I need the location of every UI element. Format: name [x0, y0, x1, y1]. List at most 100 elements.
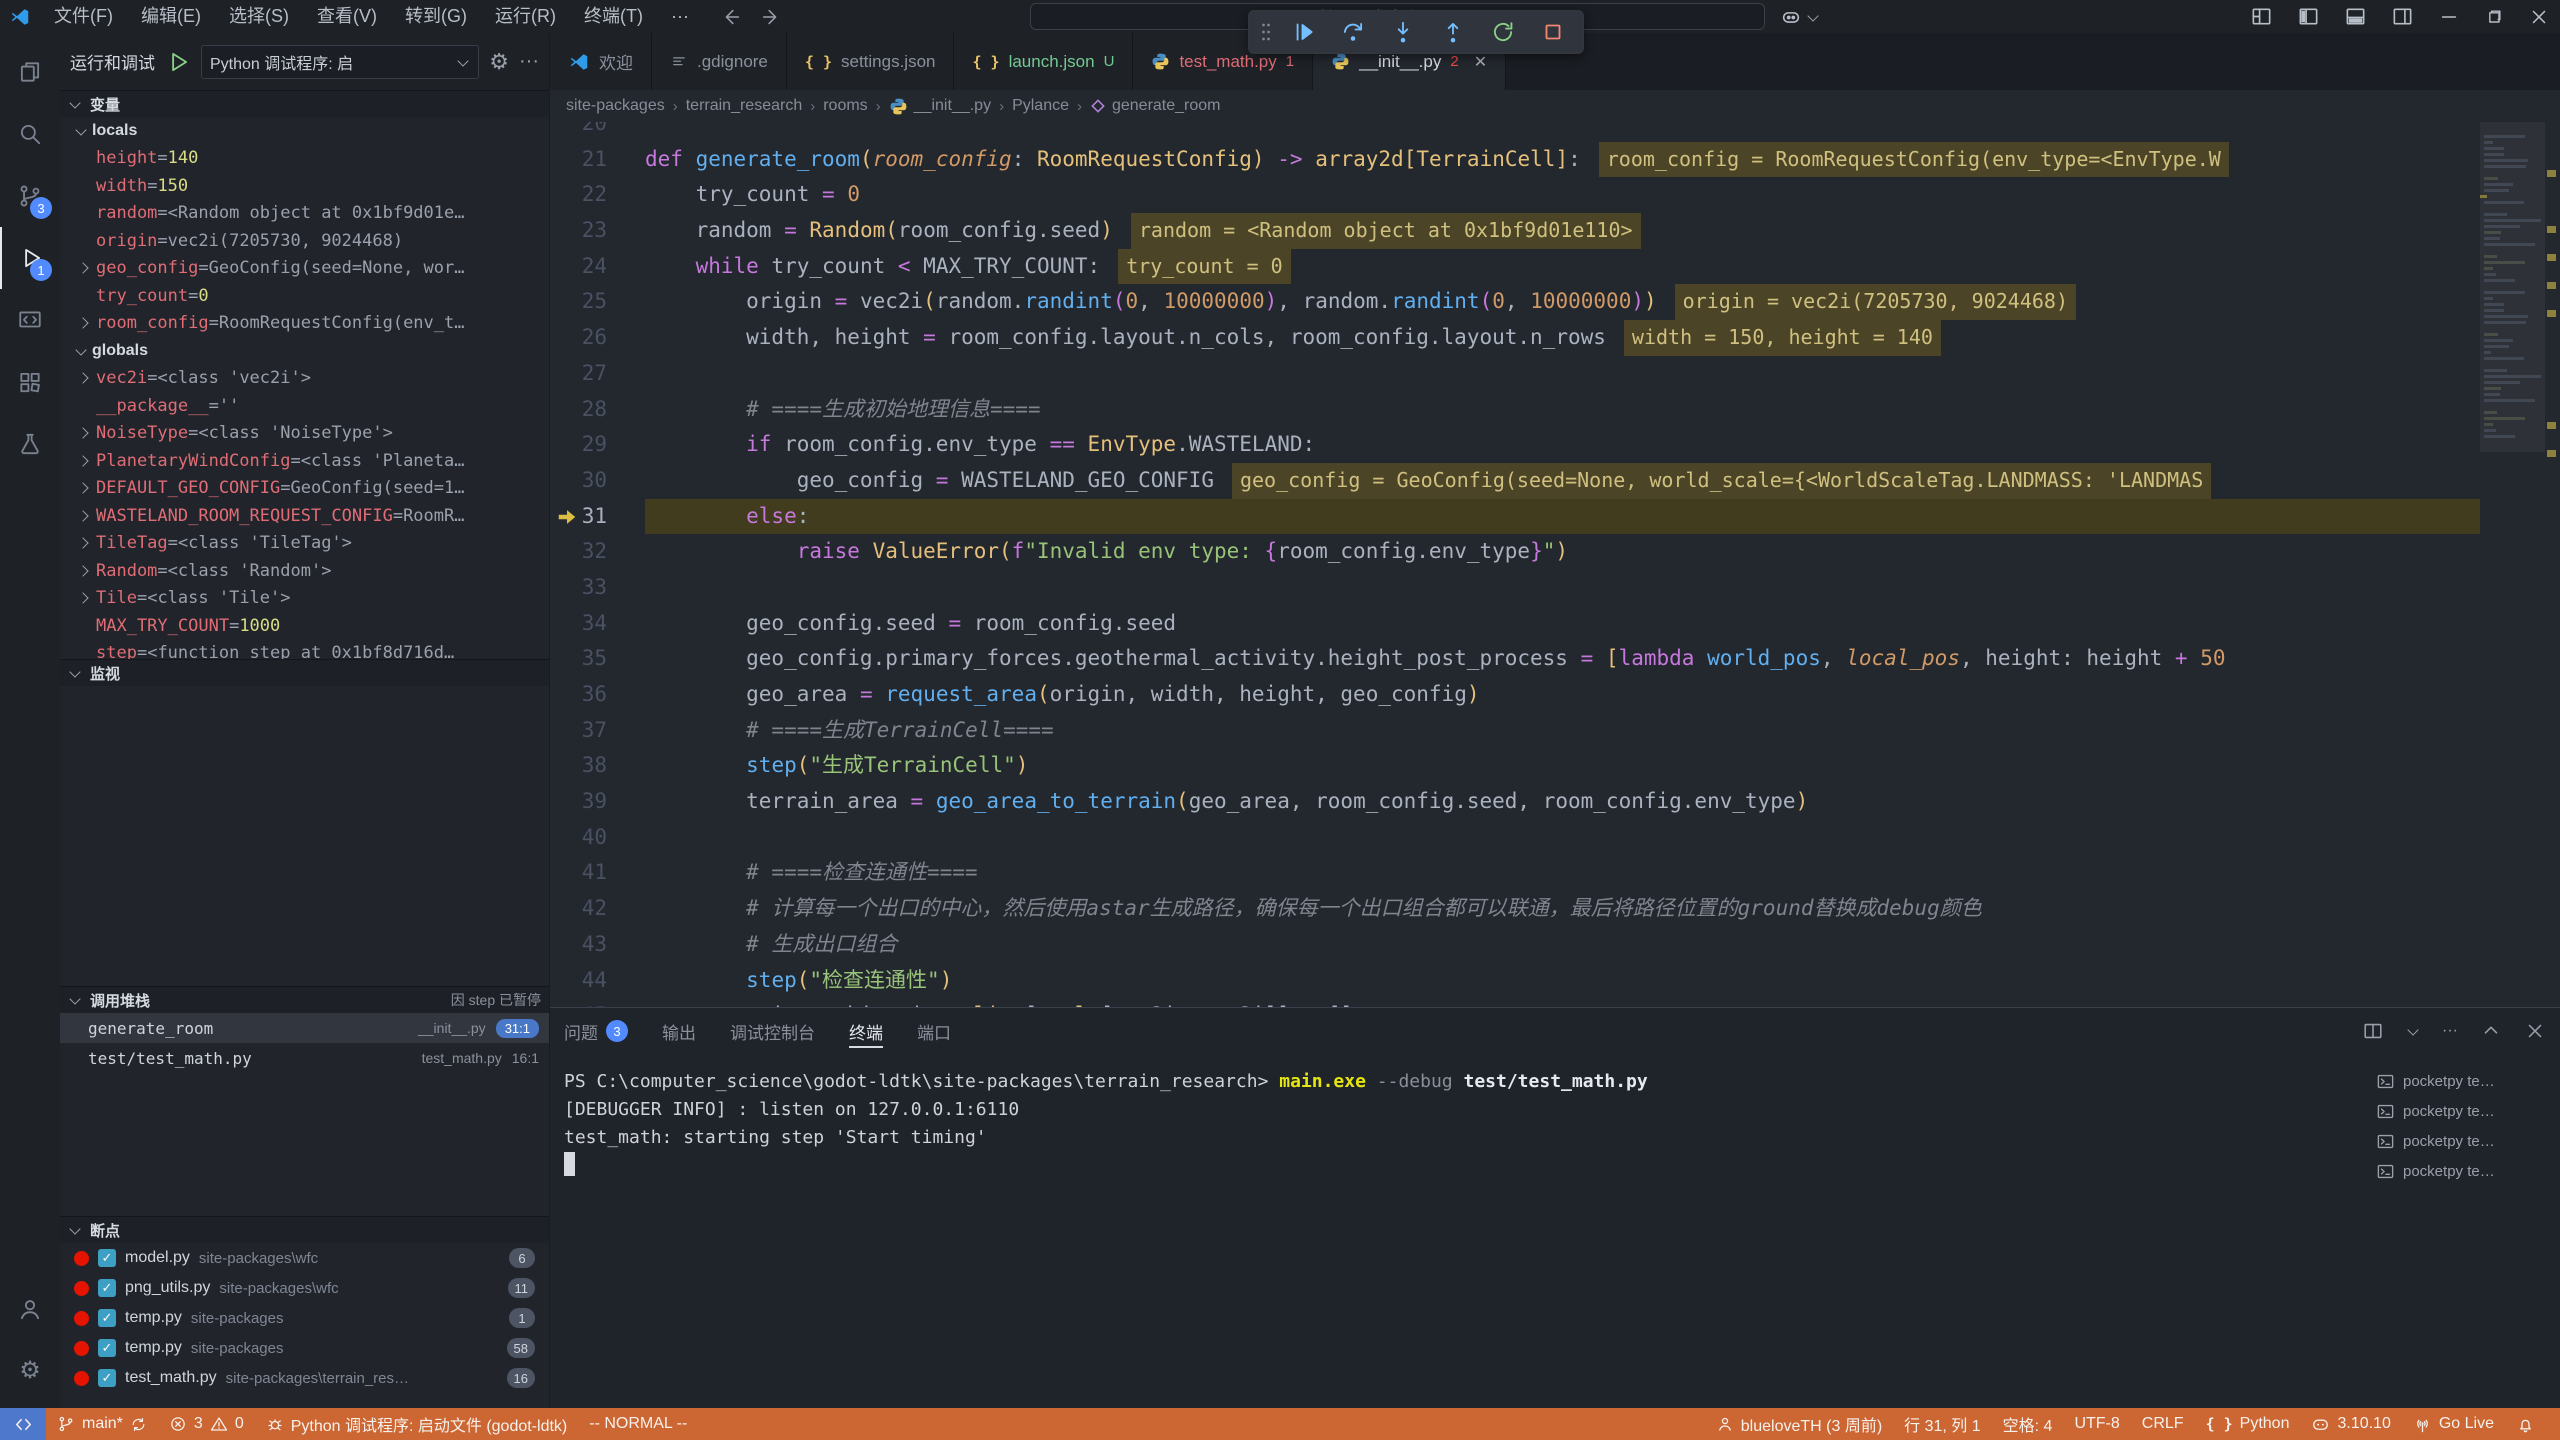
restart-button[interactable]	[1481, 13, 1525, 51]
code-editor[interactable]: 2021def generate_room(room_config: RoomR…	[550, 122, 2560, 1007]
code-line[interactable]: 43 # 生成出口组合	[550, 927, 2480, 963]
expander-icon[interactable]	[78, 371, 96, 385]
variable-row[interactable]: step = <function step at 0x1bf8d716d…	[60, 640, 549, 660]
variable-row[interactable]: WASTELAND_ROOM_REQUEST_CONFIG = RoomR…	[60, 502, 549, 530]
code-line[interactable]: 27	[550, 356, 2480, 392]
menu-item[interactable]: ···	[657, 0, 703, 33]
line-number[interactable]: 31	[550, 499, 645, 535]
variable-row[interactable]: locals	[60, 117, 549, 145]
breadcrumb-item[interactable]: generate_room	[1090, 97, 1221, 115]
terminal-session[interactable]: pocketpy te…	[2370, 1156, 2560, 1186]
line-number[interactable]: 20	[550, 122, 645, 142]
expander-icon[interactable]	[78, 426, 96, 440]
code-line[interactable]: 23 random = Random(room_config.seed)rand…	[550, 213, 2480, 249]
eol[interactable]: CRLF	[2131, 1408, 2195, 1440]
activity-extensions[interactable]	[0, 351, 60, 413]
minimize-button[interactable]	[2438, 6, 2460, 28]
variable-row[interactable]: random = <Random object at 0x1bf9d01e…	[60, 200, 549, 228]
expander-icon[interactable]	[78, 481, 96, 495]
variable-row[interactable]: Random = <class 'Random'>	[60, 557, 549, 585]
close-icon[interactable]: ✕	[1474, 52, 1487, 72]
line-number[interactable]: 32	[550, 534, 645, 570]
menu-item[interactable]: 转到(G)	[391, 0, 481, 33]
expander-icon[interactable]	[78, 454, 96, 468]
panel-tab-问题[interactable]: 问题3	[564, 1008, 628, 1054]
code-line[interactable]: 28 # ====生成初始地理信息====	[550, 392, 2480, 428]
line-number[interactable]: 28	[550, 392, 645, 428]
terminal-session[interactable]: pocketpy te…	[2370, 1096, 2560, 1126]
expander-icon[interactable]	[78, 509, 96, 523]
line-number[interactable]: 23	[550, 213, 645, 249]
expander-icon[interactable]	[78, 261, 96, 275]
menu-item[interactable]: 查看(V)	[303, 0, 391, 33]
line-number[interactable]: 30	[550, 463, 645, 499]
line-number[interactable]: 44	[550, 963, 645, 999]
panel-tab-调试控制台[interactable]: 调试控制台	[730, 1008, 815, 1054]
terminal-output[interactable]: PS C:\computer_science\godot-ldtk\site-p…	[550, 1054, 2370, 1408]
code-line[interactable]: 30 geo_config = WASTELAND_GEO_CONFIGgeo_…	[550, 463, 2480, 499]
line-number[interactable]: 35	[550, 641, 645, 677]
breadcrumb[interactable]: site-packages›terrain_research›rooms›__i…	[550, 90, 2560, 122]
tab-[interactable]: 欢迎	[550, 33, 652, 90]
debug-config-dropdown[interactable]: Python 调试程序: 启	[201, 45, 479, 79]
activity-explorer[interactable]	[0, 41, 60, 103]
expander-icon[interactable]	[78, 564, 96, 578]
stack-frame[interactable]: test/test_math.pytest_math.py16:1	[60, 1043, 549, 1073]
breadcrumb-item[interactable]: Pylance	[1012, 97, 1069, 115]
line-number[interactable]: 42	[550, 891, 645, 927]
line-number[interactable]: 27	[550, 356, 645, 392]
variable-row[interactable]: MAX_TRY_COUNT = 1000	[60, 612, 549, 640]
line-number[interactable]: 36	[550, 677, 645, 713]
split-terminal-icon[interactable]	[2362, 1020, 2384, 1042]
breakpoints-section-header[interactable]: 断点	[60, 1216, 549, 1243]
forward-icon[interactable]	[760, 6, 782, 28]
variable-row[interactable]: __package__ = ''	[60, 392, 549, 420]
indentation[interactable]: 空格: 4	[1992, 1408, 2064, 1440]
variable-row[interactable]: height = 140	[60, 145, 549, 173]
line-number[interactable]: 37	[550, 713, 645, 749]
continue-button[interactable]	[1281, 13, 1325, 51]
breakpoint-row[interactable]: ✓temp.pysite-packages1	[60, 1303, 549, 1333]
line-number[interactable]: 26	[550, 320, 645, 356]
variable-row[interactable]: geo_config = GeoConfig(seed=None, wor…	[60, 255, 549, 283]
tab-launch.json[interactable]: { }launch.jsonU	[954, 33, 1133, 90]
close-panel-icon[interactable]	[2524, 1020, 2546, 1042]
expander-icon[interactable]	[74, 344, 92, 358]
dropdown[interactable]	[2406, 1024, 2420, 1038]
remote-indicator[interactable]	[0, 1408, 46, 1440]
step-into-button[interactable]	[1381, 13, 1425, 51]
overview-ruler[interactable]	[2545, 122, 2560, 1007]
panel-tab-终端[interactable]: 终端	[849, 1008, 883, 1054]
activity-search[interactable]	[0, 103, 60, 165]
code-line[interactable]: 41 # ====检查连通性====	[550, 855, 2480, 891]
line-number[interactable]: 25	[550, 284, 645, 320]
line-number[interactable]: 34	[550, 606, 645, 642]
code-line[interactable]: 40	[550, 820, 2480, 856]
variable-row[interactable]: DEFAULT_GEO_CONFIG = GeoConfig(seed=1…	[60, 475, 549, 503]
breadcrumb-item[interactable]: __init__.py	[889, 97, 991, 116]
variables-section-header[interactable]: 变量	[60, 90, 549, 117]
code-line[interactable]: 33	[550, 570, 2480, 606]
line-number[interactable]: 21	[550, 142, 645, 178]
stack-frame[interactable]: generate_room__init__.py31:1	[60, 1013, 549, 1043]
code-line[interactable]: 21def generate_room(room_config: RoomReq…	[550, 142, 2480, 178]
terminal-session[interactable]: pocketpy te…	[2370, 1066, 2560, 1096]
line-number[interactable]: 45	[550, 998, 645, 1007]
line-number[interactable]: 43	[550, 927, 645, 963]
go-live[interactable]: Go Live	[2402, 1408, 2505, 1440]
restore-button[interactable]	[2484, 7, 2504, 27]
debug-session[interactable]: Python 调试程序: 启动文件 (godot-ldtk)	[255, 1408, 579, 1440]
variable-row[interactable]: NoiseType = <class 'NoiseType'>	[60, 420, 549, 448]
maximize-panel-icon[interactable]	[2480, 1020, 2502, 1042]
panel-tab-输出[interactable]: 输出	[662, 1008, 696, 1054]
breakpoint-checkbox[interactable]: ✓	[98, 1279, 116, 1297]
start-debug-button[interactable]	[165, 49, 191, 75]
code-line[interactable]: 35 geo_config.primary_forces.geothermal_…	[550, 641, 2480, 677]
expander-icon[interactable]	[74, 124, 92, 138]
problems[interactable]: 30	[158, 1408, 255, 1440]
minimap[interactable]	[2480, 122, 2545, 1007]
menu-item[interactable]: 文件(F)	[40, 0, 127, 33]
notifications[interactable]	[2505, 1408, 2546, 1440]
activity-remote-explorer[interactable]	[0, 289, 60, 351]
line-number[interactable]: 40	[550, 820, 645, 856]
